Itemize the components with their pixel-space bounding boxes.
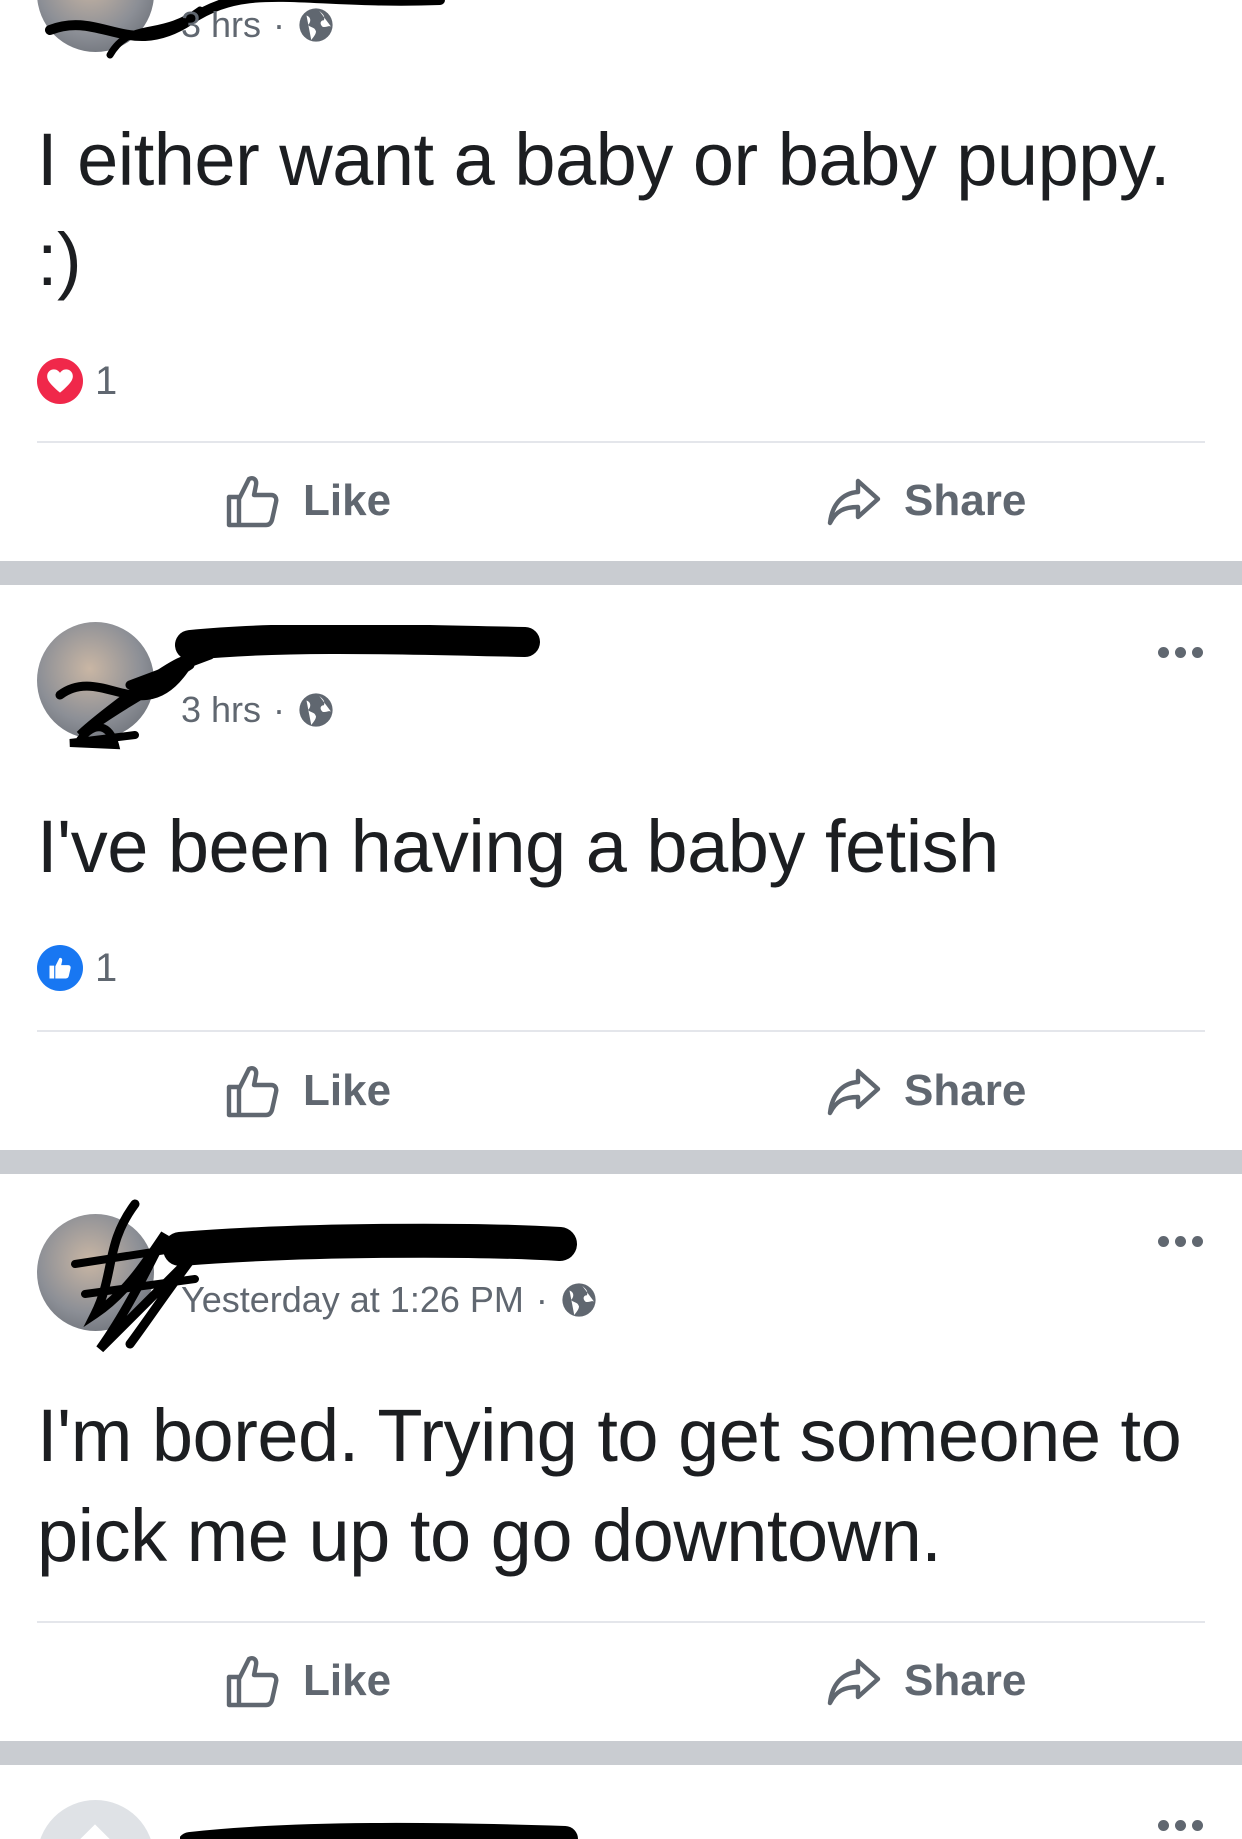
meta-separator: · (273, 4, 286, 45)
more-options-button[interactable] (1158, 647, 1203, 658)
feed-separator (0, 1741, 1242, 1765)
like-label: Like (303, 1656, 392, 1705)
globe-icon (299, 8, 333, 42)
share-button[interactable]: Share (826, 1653, 1026, 1709)
thumbs-up-icon (226, 476, 279, 528)
upload-arrow-icon (80, 1824, 110, 1839)
avatar[interactable] (37, 1800, 154, 1839)
feed-separator (0, 561, 1242, 585)
feed-separator (0, 1150, 1242, 1174)
post-text: I'm bored. Trying to get someone to pick… (37, 1394, 1182, 1577)
share-label: Share (904, 476, 1027, 525)
share-icon (827, 478, 881, 526)
feed-post (0, 1765, 1242, 1839)
post-actions: Like Share (0, 1645, 1242, 1725)
post-timestamp[interactable]: 3 hrs (181, 4, 261, 46)
share-button[interactable]: Share (826, 1063, 1026, 1119)
share-label: Share (904, 1066, 1027, 1115)
post-meta: Yesterday at 1:26 PM · (181, 1279, 598, 1321)
post-text: I either want a baby or baby puppy. :) (37, 118, 1170, 301)
reaction-count: 1 (95, 358, 118, 403)
post-text: I've been having a baby fetish (37, 805, 999, 888)
meta-separator: · (535, 1279, 548, 1320)
post-timestamp[interactable]: 3 hrs (181, 689, 261, 731)
heart-icon (37, 358, 83, 404)
like-label: Like (303, 1066, 392, 1115)
more-options-button[interactable] (1158, 1820, 1203, 1831)
post-meta: 3 hrs · (181, 4, 335, 46)
divider (37, 1621, 1205, 1623)
redaction-scribble (71, 1199, 577, 1353)
reaction-count: 1 (95, 945, 118, 990)
more-options-button[interactable] (1158, 1236, 1203, 1247)
like-button[interactable]: Like (225, 473, 391, 529)
redaction-scribble (180, 1822, 578, 1839)
post-actions: Like Share (0, 1055, 1242, 1135)
feed-post: 3 hrs · I either want a baby or baby pup… (0, 0, 1242, 560)
thumbs-up-icon (226, 1066, 279, 1118)
share-icon (827, 1068, 881, 1116)
share-icon (827, 1658, 881, 1706)
reaction-summary[interactable]: 1 (37, 945, 117, 991)
like-button[interactable]: Like (225, 1653, 391, 1709)
like-label: Like (303, 476, 392, 525)
divider (37, 441, 1205, 443)
meta-separator: · (273, 689, 286, 730)
post-timestamp[interactable]: Yesterday at 1:26 PM (181, 1279, 524, 1321)
feed-post: Yesterday at 1:26 PM · I'm bored. Trying… (0, 1174, 1242, 1739)
share-button[interactable]: Share (826, 473, 1026, 529)
globe-icon (562, 1283, 596, 1317)
post-meta: 3 hrs · (181, 689, 335, 731)
thumbs-up-icon (37, 945, 83, 991)
like-button[interactable]: Like (225, 1063, 391, 1119)
divider (37, 1030, 1205, 1032)
feed-post: 3 hrs · I've been having a baby fetish 1… (0, 585, 1242, 1150)
share-label: Share (904, 1656, 1027, 1705)
post-actions: Like Share (0, 465, 1242, 545)
reaction-summary[interactable]: 1 (37, 358, 117, 404)
thumbs-up-icon (226, 1656, 279, 1708)
globe-icon (299, 693, 333, 727)
